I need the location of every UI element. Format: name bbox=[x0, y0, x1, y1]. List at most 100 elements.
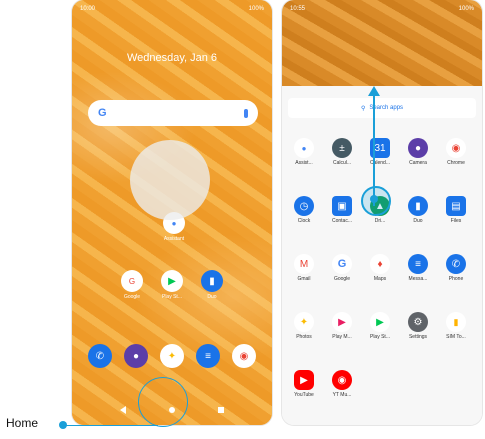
swipe-up-arrow-icon bbox=[368, 86, 380, 96]
recents-button[interactable] bbox=[218, 407, 225, 413]
app-label: Play St... bbox=[161, 294, 182, 300]
app-google-folder[interactable]: G Google bbox=[114, 270, 150, 300]
status-bar: 10:00 100% bbox=[72, 0, 272, 18]
drawer-app-sim-toolkit[interactable]: ▮ SIM To... bbox=[438, 312, 474, 340]
search-icon: ⚲ bbox=[360, 105, 366, 112]
dock-chrome[interactable]: ◉ bbox=[226, 344, 262, 368]
play-store-icon: ▶ bbox=[370, 312, 390, 332]
app-label: Assist... bbox=[295, 160, 313, 166]
photos-icon: ✦ bbox=[294, 312, 314, 332]
drawer-app-play-movies[interactable]: ▶ Play M... bbox=[324, 312, 360, 340]
app-label: Calcul... bbox=[332, 160, 352, 166]
drawer-app-youtube[interactable]: ▶ YouTube bbox=[286, 370, 322, 398]
app-label: Photos bbox=[296, 334, 312, 340]
chrome-icon: ◉ bbox=[446, 138, 466, 158]
app-label: Assistant bbox=[163, 236, 185, 242]
search-apps-bar[interactable]: ⚲ Search apps bbox=[288, 98, 476, 118]
drawer-app-youtube-music[interactable]: ◉ YT Mu... bbox=[324, 370, 360, 398]
play-store-icon: ▶ bbox=[161, 270, 183, 292]
mic-icon[interactable] bbox=[244, 108, 248, 118]
app-label: Settings bbox=[408, 334, 428, 340]
app-label: Play M... bbox=[332, 334, 352, 340]
google-folder-icon: G bbox=[121, 270, 143, 292]
dock-camera[interactable]: ● bbox=[118, 344, 154, 368]
dock-photos[interactable]: ✦ bbox=[154, 344, 190, 368]
youtube-music-icon: ◉ bbox=[332, 370, 352, 390]
app-label: Dri... bbox=[374, 218, 386, 224]
app-label: Phone bbox=[448, 276, 464, 282]
app-label: Google bbox=[123, 294, 141, 300]
calculator-icon: ± bbox=[332, 138, 352, 158]
callout-dot-icon bbox=[59, 421, 67, 429]
app-label: Gmail bbox=[297, 276, 311, 282]
status-time: 10:55 bbox=[290, 6, 306, 12]
drawer-app-messages[interactable]: ≡ Messa... bbox=[400, 254, 436, 282]
hand-illustration bbox=[130, 140, 210, 220]
google-logo-icon: G bbox=[98, 107, 107, 119]
drawer-app-maps[interactable]: ♦ Maps bbox=[362, 254, 398, 282]
drawer-app-chrome[interactable]: ◉ Chrome bbox=[438, 138, 474, 166]
gmail-icon: M bbox=[294, 254, 314, 274]
clock-icon: ◷ bbox=[294, 196, 314, 216]
dock-phone[interactable]: ✆ bbox=[82, 344, 118, 368]
drawer-app-calculator[interactable]: ± Calcul... bbox=[324, 138, 360, 166]
messages-icon: ≡ bbox=[408, 254, 428, 274]
status-battery: 100% bbox=[248, 6, 264, 12]
drawer-app-phone[interactable]: ✆ Phone bbox=[438, 254, 474, 282]
duo-icon: ▮ bbox=[201, 270, 223, 292]
drawer-app-clock[interactable]: ◷ Clock bbox=[286, 196, 322, 224]
drawer-app-camera[interactable]: ● Camera bbox=[400, 138, 436, 166]
drawer-app-gmail[interactable]: M Gmail bbox=[286, 254, 322, 282]
app-label: Duo bbox=[207, 294, 217, 300]
app-label: Clock bbox=[297, 218, 311, 224]
drawer-app-google[interactable]: G Google bbox=[324, 254, 360, 282]
app-label: YouTube bbox=[294, 392, 314, 398]
status-bar: 10:55 100% bbox=[282, 0, 482, 18]
home-highlight-circle bbox=[138, 377, 188, 427]
settings-icon: ⚙ bbox=[408, 312, 428, 332]
app-label: Google bbox=[333, 276, 351, 282]
camera-icon: ● bbox=[124, 344, 148, 368]
app-label: Messa... bbox=[408, 276, 428, 282]
drawer-app-settings[interactable]: ⚙ Settings bbox=[400, 312, 436, 340]
status-battery: 100% bbox=[458, 6, 474, 12]
app-label: Play St... bbox=[369, 334, 390, 340]
app-label: Contac... bbox=[331, 218, 352, 224]
status-time: 10:00 bbox=[80, 6, 96, 12]
app-label: SIM To... bbox=[446, 334, 466, 340]
google-icon: G bbox=[332, 254, 352, 274]
app-label: YT Mu... bbox=[332, 392, 352, 398]
play-movies-icon: ▶ bbox=[332, 312, 352, 332]
phone-icon: ✆ bbox=[446, 254, 466, 274]
assistant-icon: ● bbox=[294, 138, 314, 158]
back-button[interactable] bbox=[119, 406, 126, 414]
app-label: Duo bbox=[413, 218, 423, 224]
files-icon: ▤ bbox=[446, 196, 466, 216]
drawer-app-calendar[interactable]: 31 Calend... bbox=[362, 138, 398, 166]
drawer-app-contacts[interactable]: ▣ Contac... bbox=[324, 196, 360, 224]
drawer-app-photos[interactable]: ✦ Photos bbox=[286, 312, 322, 340]
camera-icon: ● bbox=[408, 138, 428, 158]
drawer-app-assistant[interactable]: ● Assist... bbox=[286, 138, 322, 166]
google-search-bar[interactable]: G bbox=[88, 100, 258, 126]
dock-messages[interactable]: ≡ bbox=[190, 344, 226, 368]
sim-toolkit-icon: ▮ bbox=[446, 312, 466, 332]
drawer-app-files[interactable]: ▤ Files bbox=[438, 196, 474, 224]
callout-line bbox=[64, 425, 158, 426]
chrome-icon: ◉ bbox=[232, 344, 256, 368]
messages-icon: ≡ bbox=[196, 344, 220, 368]
app-label: Maps bbox=[373, 276, 387, 282]
drawer-app-duo[interactable]: ▮ Duo bbox=[400, 196, 436, 224]
app-label: Chrome bbox=[447, 160, 465, 166]
drawer-app-play-store[interactable]: ▶ Play St... bbox=[362, 312, 398, 340]
app-duo[interactable]: ▮ Duo bbox=[194, 270, 230, 300]
date-widget[interactable]: Wednesday, Jan 6 bbox=[72, 52, 272, 64]
phone-icon: ✆ bbox=[88, 344, 112, 368]
tap-dot-icon bbox=[370, 195, 378, 203]
home-callout-label: Home bbox=[6, 416, 39, 430]
contacts-icon: ▣ bbox=[332, 196, 352, 216]
app-label: Files bbox=[450, 218, 462, 224]
app-play-store[interactable]: ▶ Play St... bbox=[154, 270, 190, 300]
youtube-icon: ▶ bbox=[294, 370, 314, 390]
app-drawer: ⚲ Search apps ● Assist... ± Calcul... 31… bbox=[282, 86, 482, 425]
